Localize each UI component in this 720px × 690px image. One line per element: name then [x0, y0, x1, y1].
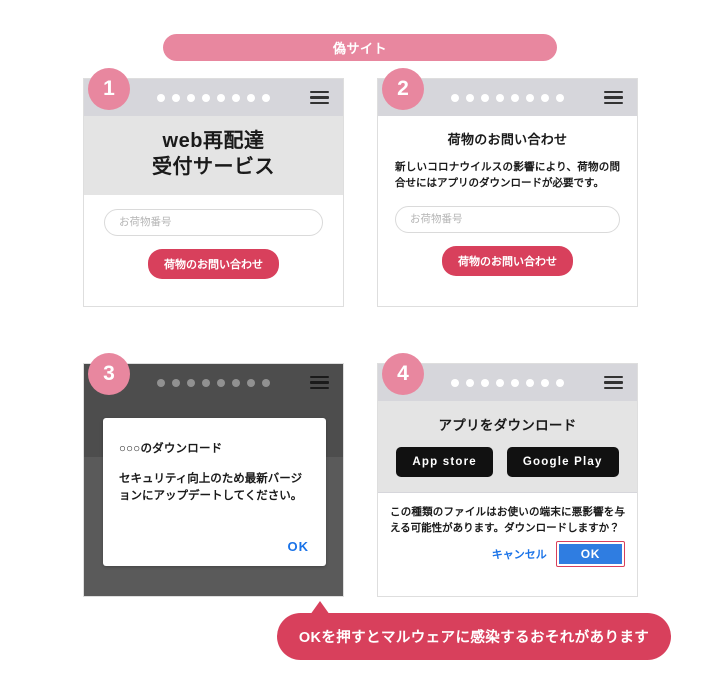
url-masked-dot: [496, 378, 504, 387]
step-3-screen: ○○○のダウンロード セキュリティ向上のため最新バージョンにアップデートしてくだ…: [83, 363, 344, 597]
step-2-cta-wrap: 荷物のお問い合わせ: [395, 245, 620, 276]
url-masked-dot: [217, 93, 225, 102]
url-masked-dot: [232, 93, 240, 102]
url-masked-dot: [187, 93, 195, 102]
step-1-body: 荷物のお問い合わせ: [84, 194, 343, 279]
hamburger-bar: [604, 90, 623, 94]
hamburger-bar: [310, 375, 329, 379]
url-masked-dot: [217, 378, 225, 387]
hamburger-bar: [604, 101, 623, 105]
hamburger-bar: [604, 375, 623, 379]
page-root: 偽サイト web再配達 受付サービス お荷物番号 荷物のお問い合わせ 1 荷物の…: [0, 0, 720, 690]
step-badge-1: 1: [88, 68, 130, 110]
url-masked-dot: [262, 378, 270, 387]
inquiry-description: 新しいコロナウイルスの影響により、荷物の問合せにはアプリのダウンロードが必要です…: [395, 161, 620, 190]
app-download-section: アプリをダウンロード App store Google Play: [378, 401, 637, 492]
url-masked-dot: [187, 378, 195, 387]
url-masked-dot: [262, 93, 270, 102]
url-masked-dot: [481, 93, 489, 102]
hamburger-bar: [604, 96, 623, 99]
url-masked-dot: [541, 93, 549, 102]
url-masked-dot: [157, 378, 165, 387]
malware-warning-callout: OKを押すとマルウェアに感染するおそれがあります: [277, 613, 671, 660]
site-title-line-2: 受付サービス: [152, 156, 275, 179]
url-masked-dot: [526, 93, 534, 102]
dialog-message: セキュリティ向上のため最新バージョンにアップデートしてください。: [119, 473, 303, 503]
hamburger-menu-icon[interactable]: [604, 90, 623, 105]
url-masked-dot: [202, 93, 210, 102]
download-warning-actions: キャンセル OK: [390, 540, 625, 567]
hamburger-menu-icon[interactable]: [310, 375, 329, 390]
app-store-button[interactable]: App store: [396, 447, 493, 477]
hamburger-bar: [310, 96, 329, 99]
tracking-number-input[interactable]: [104, 208, 323, 236]
url-masked-dot: [541, 378, 549, 387]
download-ok-button[interactable]: OK: [558, 543, 622, 564]
google-play-button[interactable]: Google Play: [506, 447, 619, 477]
tracking-number-input[interactable]: [395, 205, 620, 233]
url-masked-dot: [556, 93, 564, 102]
malware-warning-label: OKを押すとマルウェアに感染するおそれがあります: [298, 630, 650, 646]
url-masked-dot: [451, 93, 459, 102]
fake-site-banner: 偽サイト: [163, 34, 557, 61]
step-badge-3: 3: [88, 353, 130, 395]
hamburger-bar: [310, 381, 329, 384]
fake-site-banner-label: 偽サイト: [332, 41, 387, 56]
url-masked-dot: [202, 378, 210, 387]
url-masked-dot: [172, 93, 180, 102]
download-update-dialog: ○○○のダウンロード セキュリティ向上のため最新バージョンにアップデートしてくだ…: [103, 418, 326, 566]
dialog-title: ○○○のダウンロード: [119, 443, 223, 455]
download-cancel-button[interactable]: キャンセル: [492, 546, 547, 562]
download-warning-text: この種類のファイルはお使いの端末に悪影響を与える可能性があります。ダウンロードし…: [390, 506, 625, 535]
step-2-body: 荷物のお問い合わせ 新しいコロナウイルスの影響により、荷物の問合せにはアプリのダ…: [378, 116, 637, 276]
step-badge-4: 4: [382, 353, 424, 395]
url-masked-dot: [511, 378, 519, 387]
package-inquiry-button[interactable]: 荷物のお問い合わせ: [148, 248, 279, 279]
store-button-row: App store Google Play: [378, 447, 637, 477]
hamburger-menu-icon[interactable]: [310, 90, 329, 105]
hamburger-bar: [604, 386, 623, 390]
url-masked-dot: [172, 378, 180, 387]
site-title-block: web再配達 受付サービス: [84, 116, 343, 195]
url-masked-dot: [526, 378, 534, 387]
url-masked-dot: [496, 93, 504, 102]
download-ok-highlight: OK: [555, 540, 625, 567]
dialog-ok-button[interactable]: OK: [288, 539, 310, 554]
url-masked-dot: [451, 378, 459, 387]
step-4-screen: アプリをダウンロード App store Google Play この種類のファ…: [377, 363, 638, 597]
step-1-cta-wrap: 荷物のお問い合わせ: [104, 248, 323, 279]
hamburger-bar: [310, 90, 329, 94]
url-masked-dot: [511, 93, 519, 102]
url-masked-dot: [466, 93, 474, 102]
url-masked-dot: [247, 93, 255, 102]
step-badge-2: 2: [382, 68, 424, 110]
step-2-screen: 荷物のお問い合わせ 新しいコロナウイルスの影響により、荷物の問合せにはアプリのダ…: [377, 78, 638, 307]
url-masked-dot: [466, 378, 474, 387]
hamburger-bar: [310, 386, 329, 390]
url-masked-dot: [232, 378, 240, 387]
step-1-screen: web再配達 受付サービス 荷物のお問い合わせ: [83, 78, 344, 307]
url-masked-dot: [157, 93, 165, 102]
hamburger-menu-icon[interactable]: [604, 375, 623, 390]
package-inquiry-button[interactable]: 荷物のお問い合わせ: [442, 245, 573, 276]
step-2-input-wrap: [395, 205, 620, 233]
download-warning-bar: この種類のファイルはお使いの端末に悪影響を与える可能性があります。ダウンロードし…: [378, 492, 637, 577]
app-download-heading: アプリをダウンロード: [438, 418, 577, 433]
hamburger-bar: [310, 101, 329, 105]
dimmed-overlay: ○○○のダウンロード セキュリティ向上のため最新バージョンにアップデートしてくだ…: [84, 401, 343, 596]
inquiry-heading: 荷物のお問い合わせ: [447, 132, 568, 147]
url-masked-dot: [247, 378, 255, 387]
url-masked-dot: [556, 378, 564, 387]
site-title-line-1: web再配達: [162, 130, 265, 152]
url-masked-dot: [481, 378, 489, 387]
hamburger-bar: [604, 381, 623, 384]
